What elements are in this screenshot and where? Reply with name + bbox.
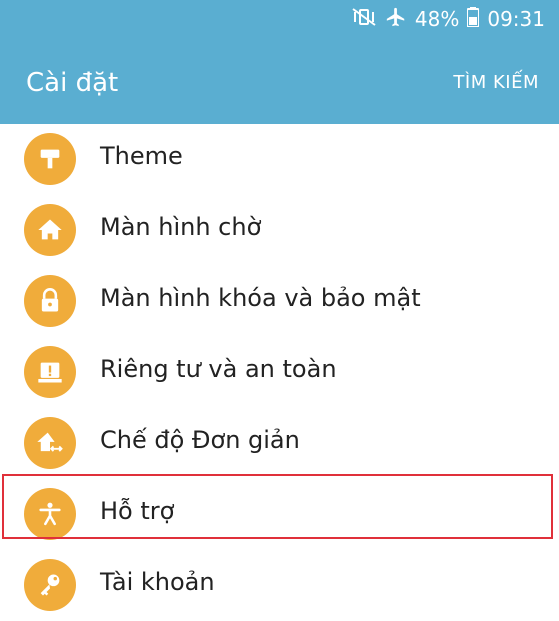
- settings-item-home-screen[interactable]: Màn hình chờ: [0, 195, 559, 266]
- settings-item-lock-security[interactable]: Màn hình khóa và bảo mật: [0, 266, 559, 337]
- mute-vibrate-icon: [351, 7, 377, 32]
- settings-item-theme[interactable]: Theme: [0, 124, 559, 195]
- app-bar: Cài đặt TÌM KIẾM: [0, 38, 559, 124]
- paint-roller-icon: [24, 133, 76, 185]
- warning-icon: [24, 346, 76, 398]
- settings-item-label: Tài khoản: [100, 568, 215, 596]
- status-icons: 48% 09:31: [351, 6, 545, 32]
- battery-icon: [466, 6, 481, 32]
- lock-icon: [24, 275, 76, 327]
- page-title: Cài đặt: [26, 68, 119, 98]
- settings-item-label: Chế độ Đơn giản: [100, 426, 300, 454]
- settings-item-label: Theme: [100, 142, 183, 170]
- highlight-box: [2, 474, 553, 539]
- search-button[interactable]: TÌM KIẾM: [453, 72, 539, 93]
- airplane-icon: [385, 6, 407, 33]
- key-icon: [24, 559, 76, 611]
- clock: 09:31: [487, 7, 545, 31]
- settings-item-easy-mode[interactable]: Chế độ Đơn giản: [0, 408, 559, 479]
- battery-percent: 48%: [414, 7, 460, 31]
- home-arrows-icon: [24, 417, 76, 469]
- settings-item-label: Màn hình chờ: [100, 213, 262, 241]
- settings-item-accounts[interactable]: Tài khoản: [0, 550, 559, 621]
- settings-list: Theme Màn hình chờ Màn hình khóa và bảo …: [0, 124, 559, 620]
- home-icon: [24, 204, 76, 256]
- settings-item-privacy-safety[interactable]: Riêng tư và an toàn: [0, 337, 559, 408]
- settings-item-label: Màn hình khóa và bảo mật: [100, 284, 421, 312]
- settings-item-label: Riêng tư và an toàn: [100, 355, 337, 383]
- status-bar: 48% 09:31: [0, 0, 559, 38]
